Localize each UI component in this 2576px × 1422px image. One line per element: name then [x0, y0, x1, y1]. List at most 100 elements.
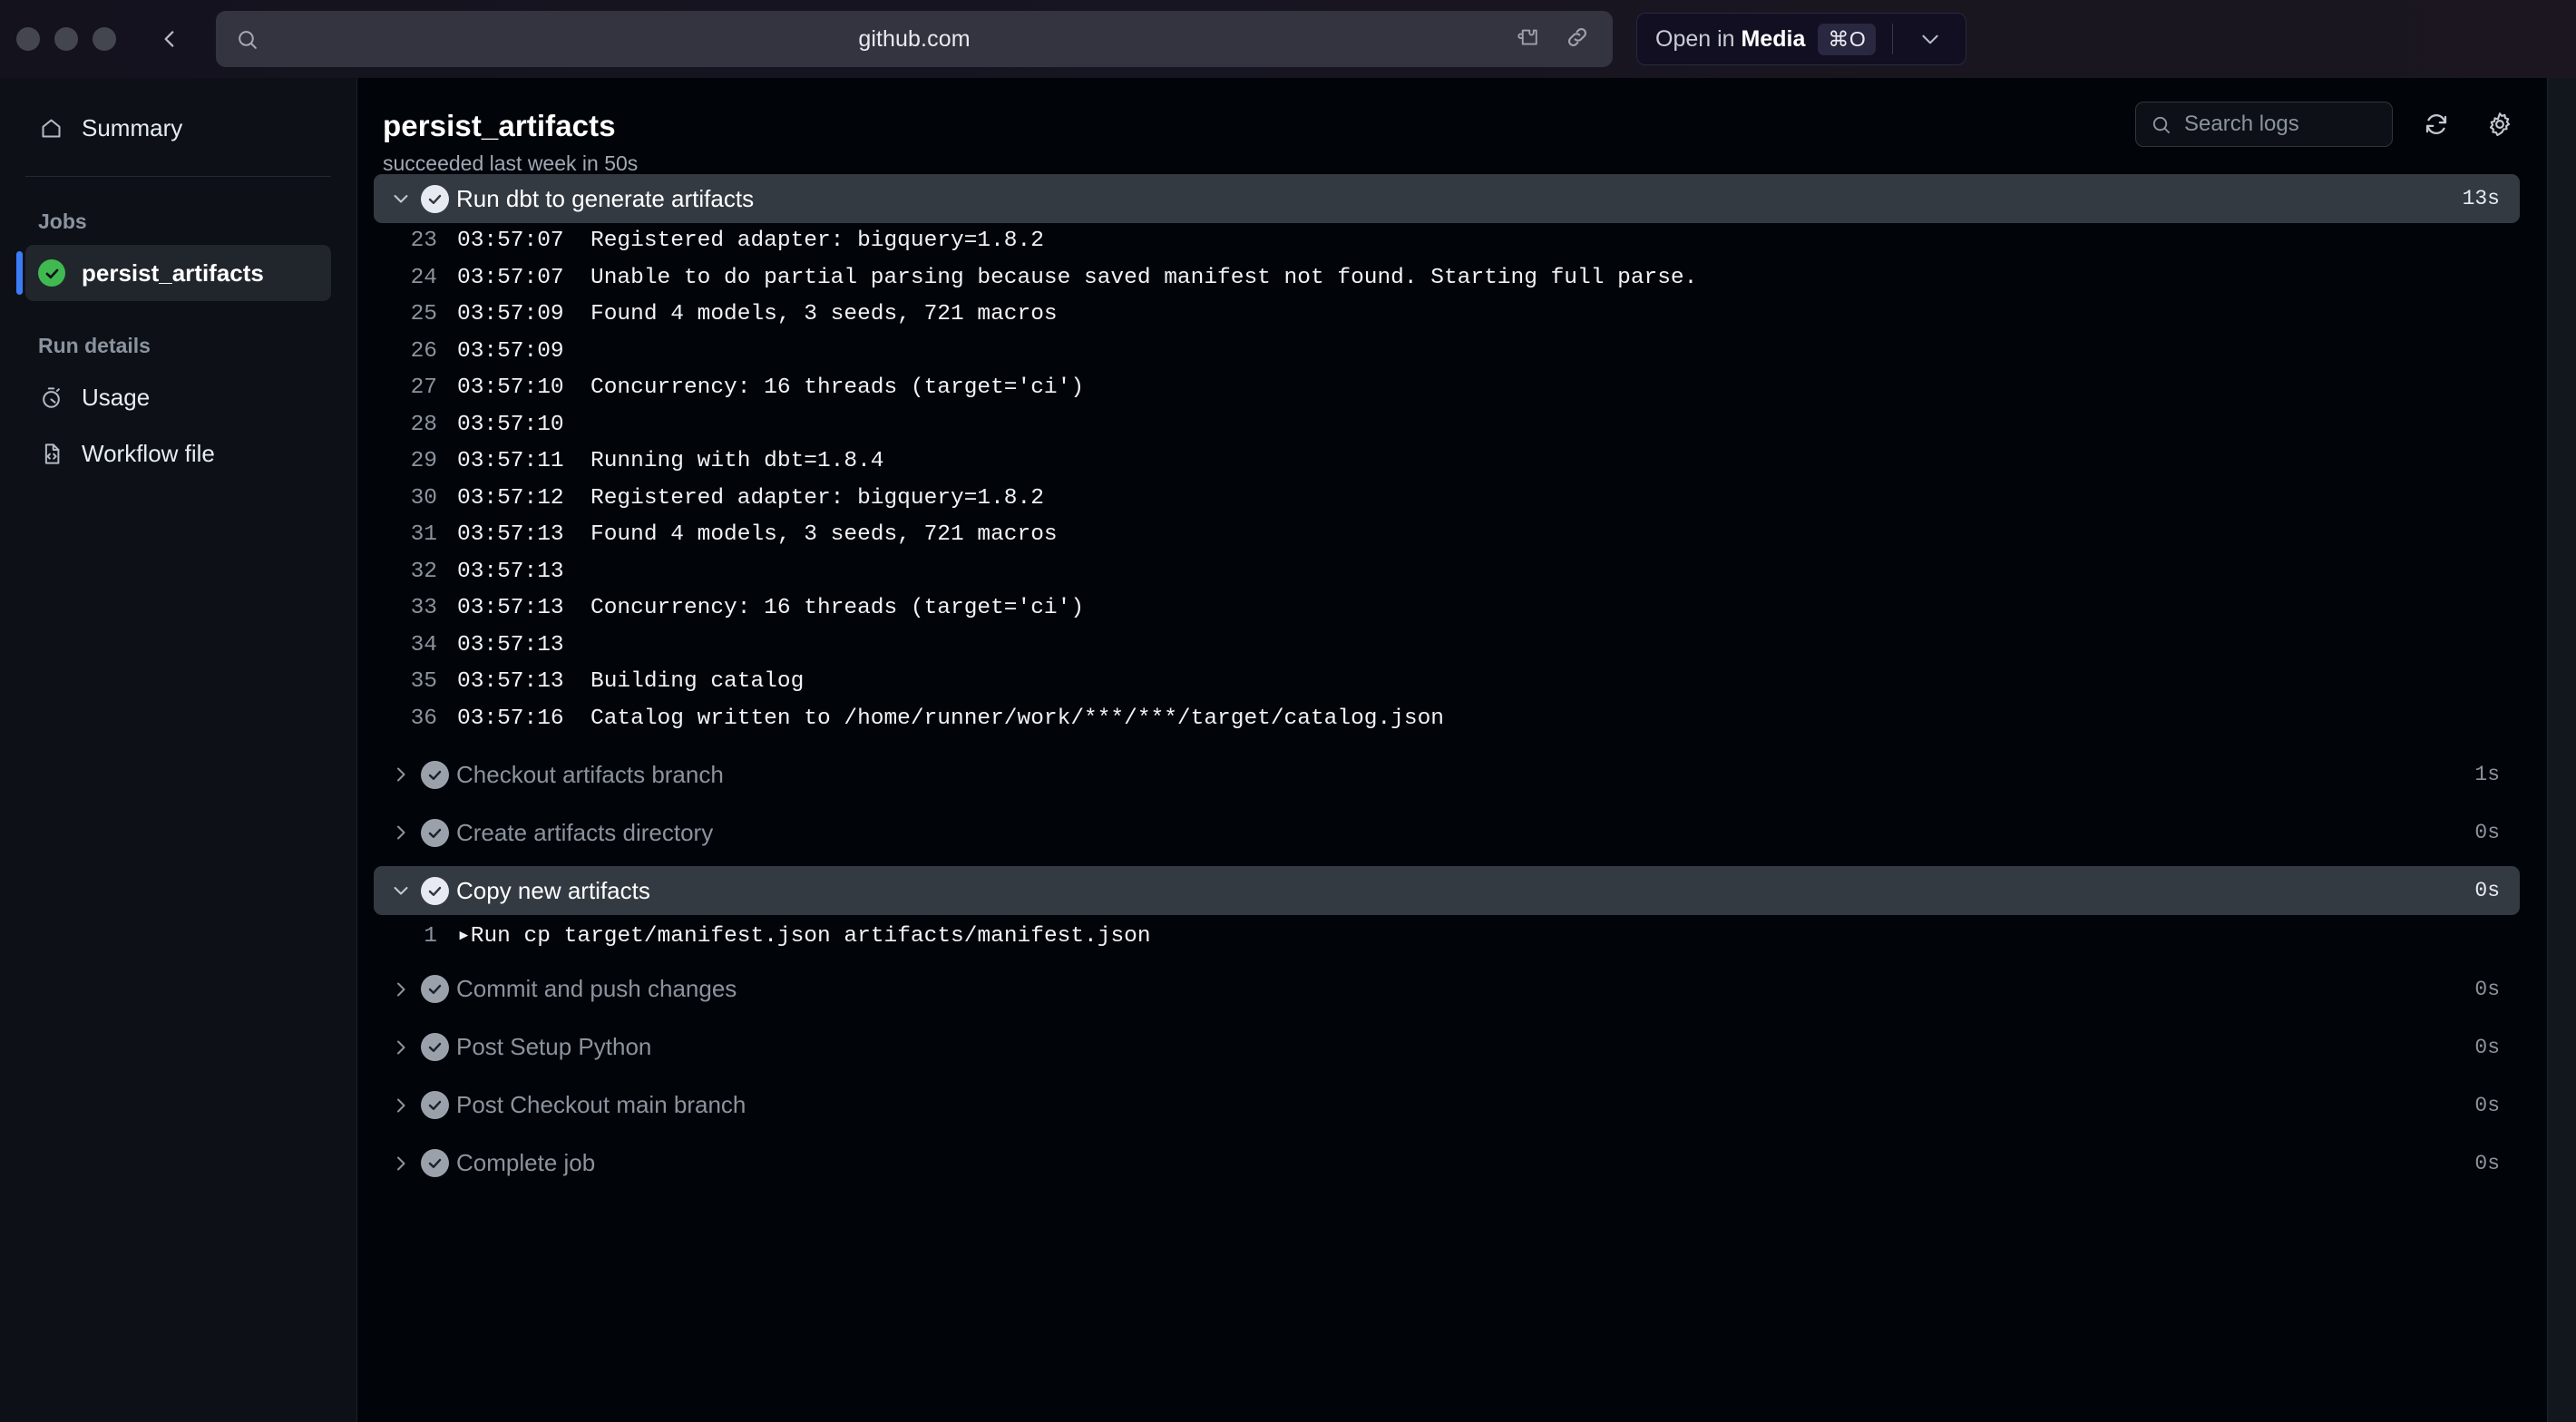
- step-spacer: [374, 857, 2520, 866]
- chevron-down-icon[interactable]: [390, 188, 421, 209]
- step-success-check-icon: [421, 975, 449, 1003]
- step-success-check-icon: [421, 818, 449, 847]
- step-name: Create artifacts directory: [456, 818, 714, 846]
- window-traffic-lights: [16, 27, 116, 51]
- chevron-right-icon[interactable]: [390, 1153, 421, 1174]
- back-chevron-icon[interactable]: [149, 18, 190, 60]
- sidebar-item-workflow-file[interactable]: Workflow file: [25, 425, 331, 482]
- log-timestamp: 03:57:16: [457, 706, 564, 731]
- gear-icon[interactable]: [2480, 104, 2520, 144]
- step-log-copy-new-artifacts: 1 ▸Run cp target/manifest.json artifacts/…: [374, 915, 2520, 965]
- open-in-shortcut: ⌘O: [1818, 23, 1877, 55]
- maximize-window-button[interactable]: [93, 27, 116, 51]
- step-duration: 0s: [2474, 1093, 2500, 1117]
- log-line-number: 36: [410, 706, 437, 731]
- chevron-right-icon[interactable]: [390, 979, 421, 1000]
- step-name: Post Setup Python: [456, 1033, 652, 1060]
- close-window-button[interactable]: [16, 27, 40, 51]
- log-line: 24 03:57:07 Unable to do partial parsing …: [374, 266, 2520, 303]
- step-header-create-artifacts-directory[interactable]: Create artifacts directory 0s: [374, 808, 2520, 857]
- minimize-window-button[interactable]: [54, 27, 78, 51]
- step-header-run-dbt-to-generate-artifacts[interactable]: Run dbt to generate artifacts 13s: [374, 174, 2520, 223]
- url-bar[interactable]: github.com: [216, 11, 1613, 67]
- step-header-post-setup-python[interactable]: Post Setup Python 0s: [374, 1023, 2520, 1072]
- step-header-copy-new-artifacts[interactable]: Copy new artifacts 0s: [374, 866, 2520, 915]
- log-timestamp: 03:57:09: [457, 338, 564, 364]
- log-text: Registered adapter: bigquery=1.8.2: [590, 229, 1044, 253]
- log-text: Catalog written to /home/runner/work/***…: [590, 706, 1444, 731]
- log-line-number: 35: [410, 669, 437, 694]
- home-icon: [38, 116, 63, 141]
- log-line: 27 03:57:10 Concurrency: 16 threads (targ…: [374, 375, 2520, 413]
- sidebar-item-usage[interactable]: Usage: [25, 369, 331, 425]
- step-spacer: [374, 1014, 2520, 1023]
- log-line-number: 27: [410, 375, 437, 400]
- sidebar-run-details-heading: Run details: [38, 334, 151, 357]
- sidebar-item-label: Usage: [82, 383, 151, 411]
- step-log-run-dbt-to-generate-artifacts: 23 03:57:07 Registered adapter: bigquery=…: [374, 223, 2520, 750]
- log-text: Found 4 models, 3 seeds, 721 macros: [590, 522, 1058, 547]
- log-timestamp: 03:57:07: [457, 229, 564, 253]
- log-timestamp: 03:57:13: [457, 669, 564, 694]
- log-timestamp: 03:57:09: [457, 302, 564, 326]
- log-text: ▸Run cp target/manifest.json artifacts/m…: [457, 924, 1151, 949]
- step-success-check-icon: [421, 1149, 449, 1177]
- search-input[interactable]: [2184, 112, 2377, 137]
- refresh-icon[interactable]: [2416, 104, 2456, 144]
- step-name: Commit and push changes: [456, 975, 737, 1002]
- chevron-right-icon[interactable]: [390, 764, 421, 785]
- log-timestamp: 03:57:13: [457, 522, 564, 547]
- step-success-check-icon: [421, 1033, 449, 1061]
- step-name: Checkout artifacts branch: [456, 760, 724, 788]
- sidebar-item-label: Workflow file: [82, 439, 215, 467]
- chevron-right-icon[interactable]: [390, 822, 421, 843]
- chevron-down-icon[interactable]: [390, 880, 421, 901]
- log-timestamp: 03:57:10: [457, 375, 564, 400]
- step-header-commit-and-push-changes[interactable]: Commit and push changes 0s: [374, 965, 2520, 1014]
- sidebar-jobs-heading: Jobs: [38, 209, 87, 233]
- log-line: 26 03:57:09: [374, 339, 2520, 376]
- step-duration: 13s: [2462, 187, 2500, 210]
- log-timestamp: 03:57:13: [457, 596, 564, 620]
- log-line-number: 23: [410, 229, 437, 253]
- step-header-checkout-artifacts-branch[interactable]: Checkout artifacts branch 1s: [374, 750, 2520, 799]
- log-timestamp: 03:57:07: [457, 265, 564, 290]
- log-line-number: 34: [410, 632, 437, 657]
- log-line-number: 24: [410, 265, 437, 290]
- step-duration: 1s: [2474, 763, 2500, 786]
- sidebar-item-summary[interactable]: Summary: [25, 100, 331, 156]
- chevron-down-icon[interactable]: [1909, 27, 1956, 51]
- log-line: 29 03:57:11 Running with dbt=1.8.4: [374, 449, 2520, 486]
- step-duration: 0s: [2474, 977, 2500, 1001]
- open-in-app-button[interactable]: Open in Media ⌘O: [1636, 13, 1967, 65]
- log-line: 31 03:57:13 Found 4 models, 3 seeds, 721 …: [374, 522, 2520, 560]
- log-line-number: 25: [410, 302, 437, 326]
- step-header-post-checkout-main-branch[interactable]: Post Checkout main branch 0s: [374, 1081, 2520, 1130]
- chevron-right-icon[interactable]: [390, 1095, 421, 1116]
- success-check-icon: [38, 259, 65, 287]
- step-success-check-icon: [421, 184, 449, 213]
- log-line-number: 28: [410, 412, 437, 437]
- log-text: Found 4 models, 3 seeds, 721 macros: [590, 302, 1058, 326]
- step-spacer: [374, 1130, 2520, 1139]
- log-line: 36 03:57:16 Catalog written to /home/runn…: [374, 706, 2520, 744]
- log-line-number: 26: [410, 338, 437, 364]
- step-header-complete-job[interactable]: Complete job 0s: [374, 1139, 2520, 1188]
- log-line: 33 03:57:13 Concurrency: 16 threads (targ…: [374, 596, 2520, 633]
- job-header: persist_artifacts succeeded last week in…: [357, 78, 2547, 175]
- step-duration: 0s: [2474, 821, 2500, 844]
- file-code-icon: [38, 442, 63, 466]
- steps-list: Run dbt to generate artifacts 13s 23 03:57:…: [357, 174, 2547, 1197]
- sidebar-item-persist-artifacts[interactable]: persist_artifacts: [16, 245, 331, 301]
- stopwatch-icon: [38, 385, 63, 410]
- search-logs-box[interactable]: [2135, 102, 2393, 147]
- log-line: 34 03:57:13: [374, 633, 2520, 670]
- log-line: 28 03:57:10: [374, 413, 2520, 450]
- step-spacer: [374, 1072, 2520, 1081]
- log-timestamp: 03:57:13: [457, 559, 564, 584]
- page-title: persist_artifacts: [383, 109, 616, 142]
- chevron-right-icon[interactable]: [390, 1037, 421, 1058]
- step-success-check-icon: [421, 760, 449, 789]
- page-scrollbar-track[interactable]: [2547, 78, 2576, 1422]
- log-timestamp: 03:57:12: [457, 485, 564, 511]
